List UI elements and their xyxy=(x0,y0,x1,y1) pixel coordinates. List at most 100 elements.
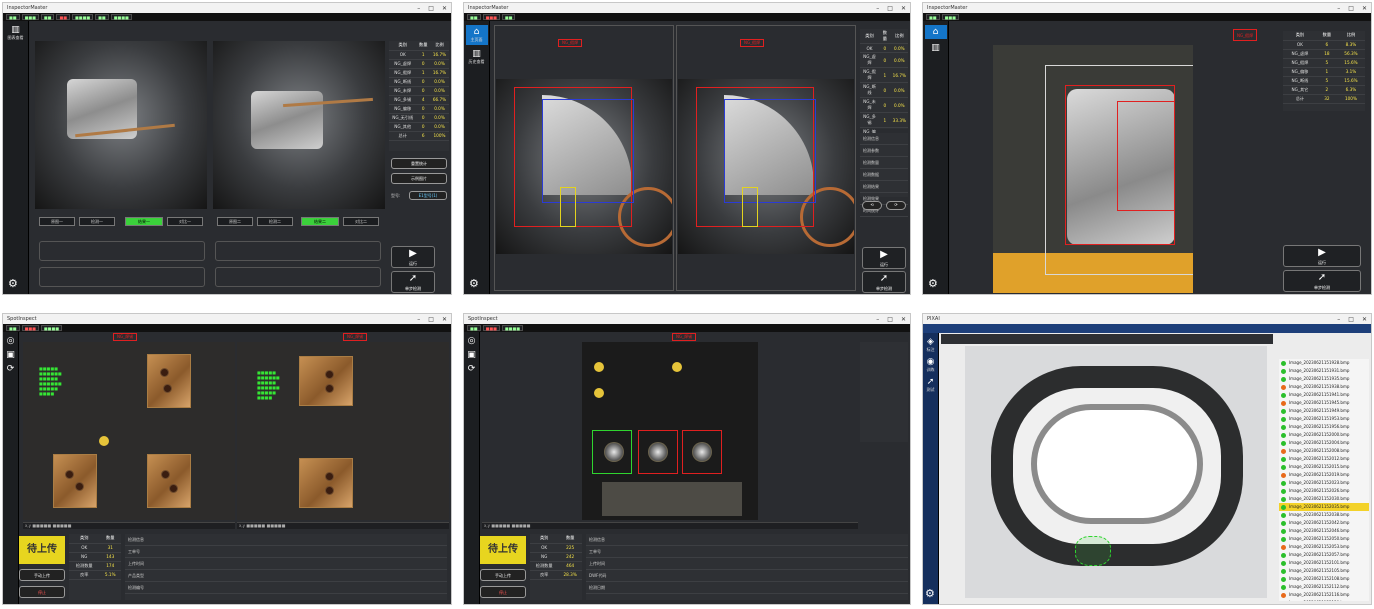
nav-history[interactable]: ▥ xyxy=(925,43,947,53)
segment-tab[interactable]: 原图一 xyxy=(39,217,75,226)
chart-icon: ▥ xyxy=(931,43,940,53)
nav-item[interactable]: ◎ xyxy=(465,336,479,346)
minimize-icon[interactable]: – xyxy=(1337,5,1340,12)
status-chip: ■■ xyxy=(95,14,109,20)
segment-tab[interactable]: 检测二 xyxy=(257,217,293,226)
step-button[interactable]: ➚ 单步检测 xyxy=(391,271,435,293)
pixel-info-bar: x,y ■■■■■ ■■■■■ xyxy=(23,522,235,529)
gear-icon[interactable]: ⚙ xyxy=(469,277,479,290)
file-name: Image_20230621152120.bmp xyxy=(1289,600,1349,601)
file-list-item[interactable]: Image_20230621152112.bmp xyxy=(1279,583,1369,591)
reset-stats-button[interactable]: 重置统计 xyxy=(391,158,447,169)
file-list-item[interactable]: Image_20230621152105.bmp xyxy=(1279,567,1369,575)
close-icon[interactable]: ✕ xyxy=(442,5,447,12)
nav-home[interactable]: ⌂ xyxy=(924,25,947,39)
status-icon xyxy=(1281,377,1286,382)
manual-upload-button[interactable]: 手动上传 xyxy=(19,569,65,581)
maximize-icon[interactable]: □ xyxy=(428,5,434,12)
nav-item[interactable]: ◎ xyxy=(4,336,18,346)
maximize-icon[interactable]: □ xyxy=(428,316,434,323)
file-list-item[interactable]: Image_20230621151945.bmp xyxy=(1279,399,1369,407)
segment-tab[interactable]: 对比一 xyxy=(167,217,203,226)
nav-train[interactable]: ◉ 训练 xyxy=(924,357,938,373)
close-icon[interactable]: ✕ xyxy=(901,316,906,323)
file-list-item[interactable]: Image_20230621152019.bmp xyxy=(1279,471,1369,479)
close-icon[interactable]: ✕ xyxy=(1362,316,1367,323)
segment-tab-active[interactable]: 结果一 xyxy=(125,217,163,226)
file-list-item[interactable]: Image_20230621152108.bmp xyxy=(1279,575,1369,583)
file-list-item[interactable]: Image_20230621152053.bmp xyxy=(1279,543,1369,551)
run-button[interactable]: ▶ 运行 xyxy=(391,246,435,268)
file-list-item[interactable]: Image_20230621152026.bmp xyxy=(1279,487,1369,495)
maximize-icon[interactable]: □ xyxy=(887,316,893,323)
maximize-icon[interactable]: □ xyxy=(1348,316,1354,323)
minimize-icon[interactable]: – xyxy=(876,5,879,12)
nav-item[interactable]: ▣ xyxy=(4,350,18,360)
file-list-item[interactable]: Image_20230621152038.bmp xyxy=(1279,511,1369,519)
file-list-item[interactable]: Image_20230621152116.bmp xyxy=(1279,591,1369,599)
file-list-item[interactable]: Image_20230621152057.bmp xyxy=(1279,551,1369,559)
solder-pad xyxy=(53,454,97,508)
nav-item[interactable]: ⟳ xyxy=(465,364,479,374)
minimize-icon[interactable]: – xyxy=(876,316,879,323)
nav-item[interactable]: ⟳ xyxy=(4,364,18,374)
maximize-icon[interactable]: □ xyxy=(1348,5,1354,12)
gear-icon[interactable]: ⚙ xyxy=(925,587,935,600)
file-list-item[interactable]: Image_20230621152000.bmp xyxy=(1279,431,1369,439)
gear-icon[interactable]: ⚙ xyxy=(8,277,18,290)
stop-button[interactable]: 停止 xyxy=(480,586,526,598)
run-button[interactable]: ▶ 运行 xyxy=(862,247,906,269)
col-header: 类别 xyxy=(389,41,417,51)
file-list-item[interactable]: Image_20230621152046.bmp xyxy=(1279,527,1369,535)
minimize-icon[interactable]: – xyxy=(417,5,420,12)
file-list-item[interactable]: Image_20230621152015.bmp xyxy=(1279,463,1369,471)
sample-image-button[interactable]: 示例图片 xyxy=(391,173,447,184)
nav-chart-view[interactable]: ▥ 图表查看 xyxy=(5,25,27,41)
maximize-icon[interactable]: □ xyxy=(887,5,893,12)
close-icon[interactable]: ✕ xyxy=(901,5,906,12)
nav-test[interactable]: ➚ 测试 xyxy=(924,377,938,393)
status-icon xyxy=(1281,401,1286,406)
file-list-item[interactable]: Image_20230621151941.bmp xyxy=(1279,391,1369,399)
nav-home[interactable]: ⌂ 主页面 xyxy=(465,25,488,45)
stop-button[interactable]: 停止 xyxy=(19,586,65,598)
nav-history[interactable]: ▥ 历史查看 xyxy=(466,49,488,65)
nav-annotate[interactable]: ◈ 标注 xyxy=(924,337,938,353)
segment-tab[interactable]: 原图二 xyxy=(217,217,253,226)
run-button[interactable]: ▶ 运行 xyxy=(1283,245,1361,267)
table-cell: OK xyxy=(1283,40,1317,50)
model-select[interactable]: E1型号(1) xyxy=(409,191,447,200)
file-list-item[interactable]: Image_20230621152030.bmp xyxy=(1279,495,1369,503)
step-button[interactable]: ➚ 单步检测 xyxy=(1283,270,1361,292)
close-icon[interactable]: ✕ xyxy=(442,316,447,323)
file-list-item[interactable]: Image_20230621152004.bmp xyxy=(1279,439,1369,447)
step-button[interactable]: ➚ 单步检测 xyxy=(862,271,906,293)
file-list-item[interactable]: Image_20230621151956.bmp xyxy=(1279,423,1369,431)
segment-tab-active[interactable]: 结果二 xyxy=(301,217,339,226)
manual-upload-button[interactable]: 手动上传 xyxy=(480,569,526,581)
file-list-item[interactable]: Image_20230621152120.bmp xyxy=(1279,599,1369,601)
file-list-item[interactable]: Image_20230621152012.bmp xyxy=(1279,455,1369,463)
file-list-item[interactable]: Image_20230621151935.bmp xyxy=(1279,375,1369,383)
file-list-item[interactable]: Image_20230621152042.bmp xyxy=(1279,519,1369,527)
file-list-item[interactable]: Image_20230621152008.bmp xyxy=(1279,447,1369,455)
minimize-icon[interactable]: – xyxy=(1337,316,1340,323)
file-list-item[interactable]: Image_20230621151953.bmp xyxy=(1279,415,1369,423)
file-list-item[interactable]: Image_20230621152023.bmp xyxy=(1279,479,1369,487)
nav-item[interactable]: ▣ xyxy=(465,350,479,360)
file-list-item[interactable]: Image_20230621151928.bmp xyxy=(1279,359,1369,367)
segment-tab[interactable]: 对比二 xyxy=(343,217,379,226)
file-list-item[interactable]: Image_20230621152035.bmp xyxy=(1279,503,1369,511)
segment-tab[interactable]: 检测一 xyxy=(79,217,115,226)
col-header: 类别 xyxy=(860,29,879,44)
file-list-item[interactable]: Image_20230621151931.bmp xyxy=(1279,367,1369,375)
toggle-button[interactable]: ⟲ xyxy=(862,201,882,210)
file-list-item[interactable]: Image_20230621151938.bmp xyxy=(1279,383,1369,391)
file-list-item[interactable]: Image_20230621151949.bmp xyxy=(1279,407,1369,415)
close-icon[interactable]: ✕ xyxy=(1362,5,1367,12)
toggle-button[interactable]: ⟳ xyxy=(886,201,906,210)
file-list-item[interactable]: Image_20230621152050.bmp xyxy=(1279,535,1369,543)
gear-icon[interactable]: ⚙ xyxy=(928,277,938,290)
file-list-item[interactable]: Image_20230621152101.bmp xyxy=(1279,559,1369,567)
minimize-icon[interactable]: – xyxy=(417,316,420,323)
